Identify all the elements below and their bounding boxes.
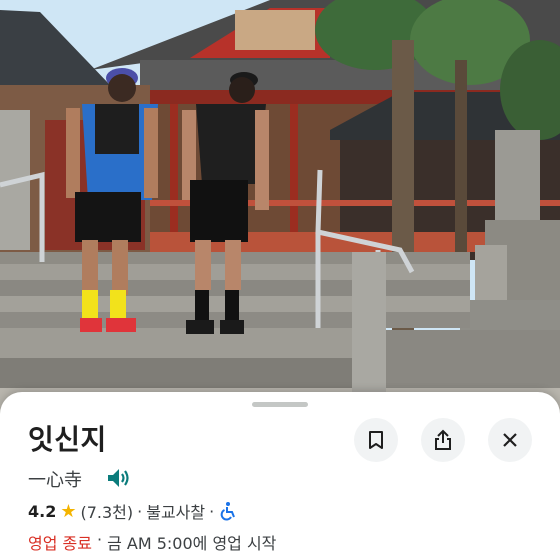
rating-row: 4.2 ★ (7.3천) · 불교사찰 · (28, 499, 238, 523)
review-count[interactable]: (7.3천) (80, 499, 133, 523)
share-icon (435, 429, 451, 450)
share-button[interactable] (421, 418, 465, 462)
separator: · (137, 501, 143, 521)
drag-handle[interactable] (252, 402, 308, 407)
wheelchair-icon (220, 502, 236, 521)
open-status: 영업 종료 (28, 534, 92, 553)
close-icon (503, 433, 517, 447)
hours-row[interactable]: 영업 종료 · 금 AM 5:00에 영업 시작 (28, 530, 276, 554)
volume-icon (108, 469, 129, 487)
opening-hours: 금 AM 5:00에 영업 시작 (107, 534, 277, 553)
temple-photo-image (0, 0, 560, 420)
place-category: 불교사찰 (146, 503, 206, 522)
pronunciation-button[interactable] (104, 464, 132, 492)
separator: · (209, 501, 215, 521)
rating-value: 4.2 (28, 501, 57, 521)
place-photo[interactable] (0, 0, 560, 420)
bookmark-icon (369, 431, 383, 449)
separator: · (96, 530, 103, 549)
star-icon: ★ (60, 500, 77, 522)
close-button[interactable] (488, 418, 532, 462)
place-name: 잇신지 (28, 423, 107, 456)
place-original-name: 一心寺 (28, 470, 82, 491)
save-button[interactable] (354, 418, 398, 462)
